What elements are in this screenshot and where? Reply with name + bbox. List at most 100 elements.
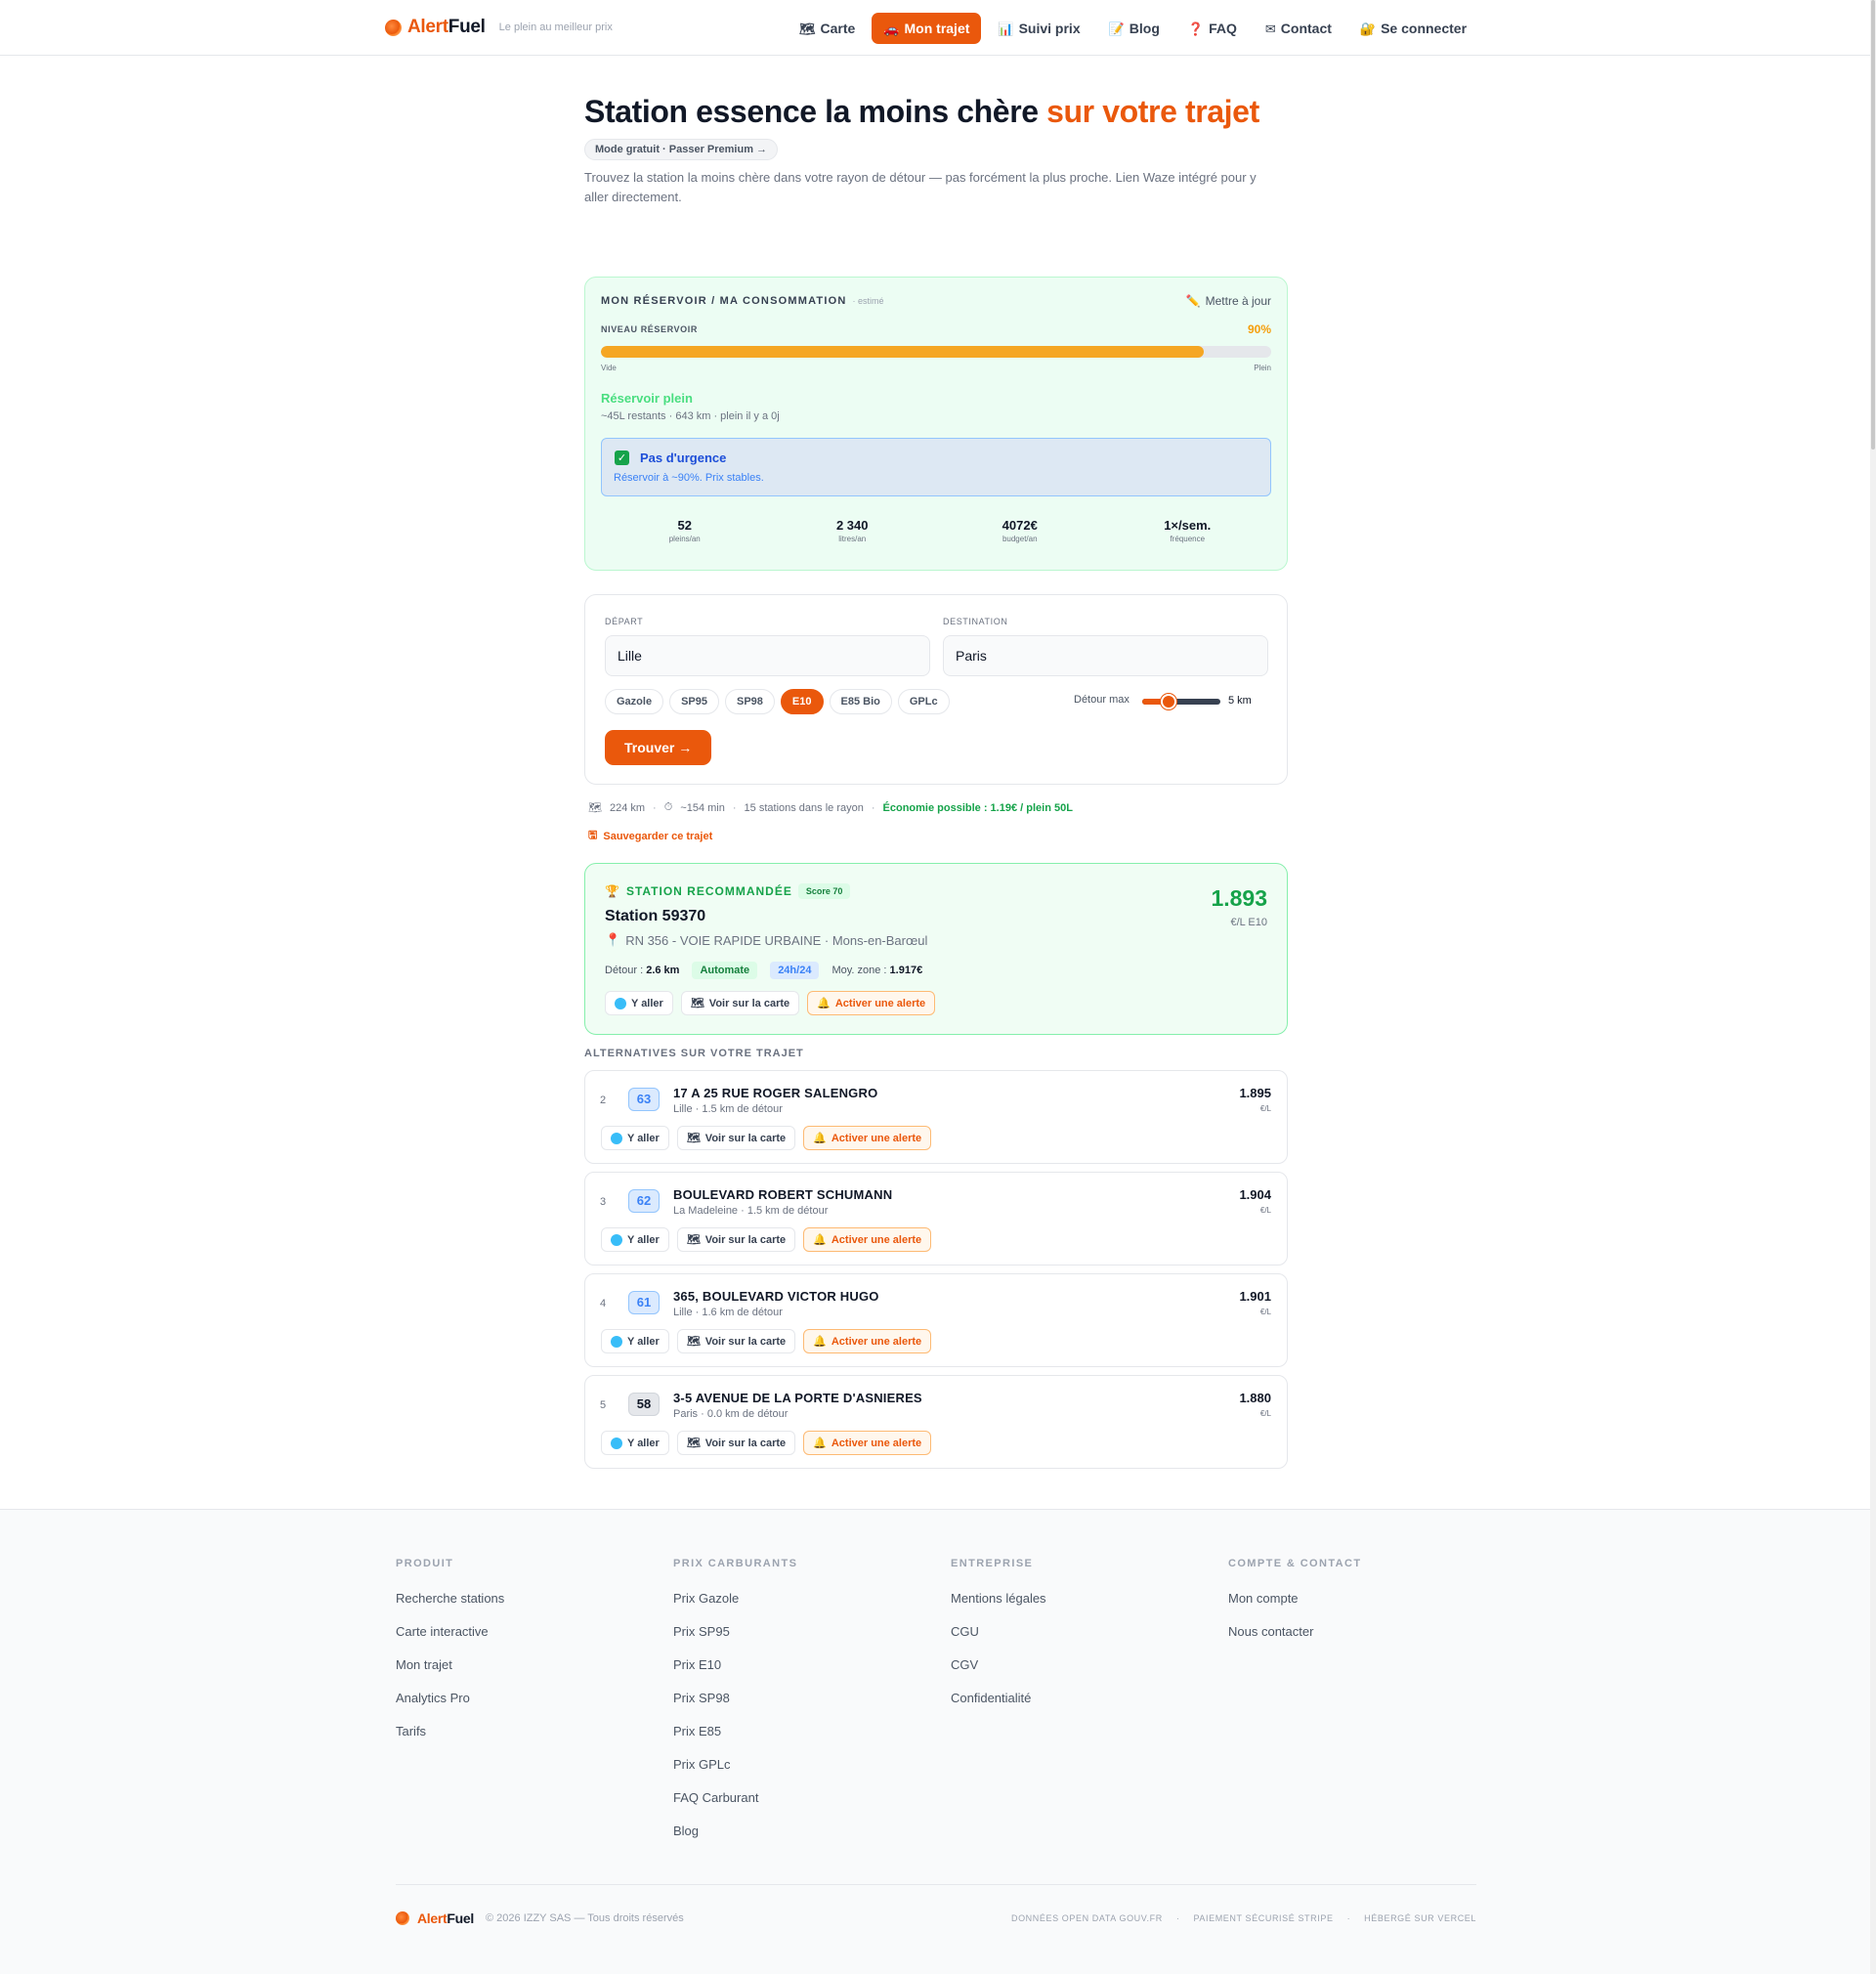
departure-label: DÉPART <box>605 617 644 626</box>
detour-label: Détour max <box>1074 694 1130 706</box>
footer-link[interactable]: FAQ Carburant <box>673 1790 797 1824</box>
footer-col-compte: COMPTE & CONTACT Mon compte Nous contact… <box>1228 1558 1361 1657</box>
save-route-button[interactable]: 🖫 Sauvegarder ce trajet <box>588 827 712 845</box>
footer-col-entreprise: ENTREPRISE Mentions légales CGU CGV Conf… <box>951 1558 1046 1724</box>
footer-link[interactable]: Mon trajet <box>396 1657 504 1691</box>
footer-link[interactable]: CGU <box>951 1624 1046 1657</box>
alt-name: 17 A 25 RUE ROGER SALENGRO <box>673 1086 878 1100</box>
footer-link[interactable]: Carte interactive <box>396 1624 504 1657</box>
nav-login[interactable]: 🔐 Se connecter <box>1348 13 1478 44</box>
footer-link[interactable]: Confidentialité <box>951 1691 1046 1724</box>
fuel-e10[interactable]: E10 <box>780 689 824 714</box>
route-economy: Économie possible : 1.19€ / plein 50L <box>882 801 1073 814</box>
route-duration: ~154 min <box>680 801 725 814</box>
reservoir-title: MON RÉSERVOIR / MA CONSOMMATION · estimé <box>601 295 884 307</box>
footer-link[interactable]: Mon compte <box>1228 1591 1361 1624</box>
alt-price: 1.904 <box>1239 1187 1271 1202</box>
urgency-box: ✓ Pas d'urgence Réservoir à ~90%. Prix s… <box>601 438 1271 496</box>
go-button[interactable]: Y aller <box>601 1126 669 1150</box>
go-button[interactable]: Y aller <box>605 991 673 1015</box>
alt-unit: €/L <box>1259 1409 1271 1418</box>
main-nav: 🗺 Carte 🚗 Mon trajet 📊 Suivi prix 📝 Blog ❓ FA… <box>788 13 1483 44</box>
footer-link[interactable]: Prix SP95 <box>673 1624 797 1657</box>
footer-link[interactable]: CGV <box>951 1657 1046 1691</box>
main-content: Station essence la moins chère sur votre… <box>584 94 1288 1469</box>
brand-logo[interactable]: AlertFuel Le plein au meilleur prix <box>385 17 613 38</box>
map-icon: 🗺 <box>690 998 704 1009</box>
waze-icon <box>611 1335 622 1348</box>
trophy-icon: 🏆 <box>605 884 620 898</box>
nav-contact[interactable]: ✉ Contact <box>1254 13 1343 44</box>
alert-button[interactable]: 🔔 Activer une alerte <box>803 1227 932 1252</box>
reservoir-state-detail: ~45L restants · 643 km · plein il y a 0j <box>601 410 780 422</box>
view-map-button[interactable]: 🗺 Voir sur la carte <box>676 1431 796 1455</box>
bell-icon: 🔔 <box>817 998 831 1009</box>
stat-budget: 4072€ budget/an <box>1002 518 1038 543</box>
alt-rank: 2 <box>600 1094 607 1106</box>
copyright: © 2026 IZZY SAS — Tous droits réservés <box>486 1912 684 1924</box>
fuel-sp95[interactable]: SP95 <box>669 689 719 714</box>
view-map-button[interactable]: 🗺 Voir sur la carte <box>676 1126 796 1150</box>
footer-brand: AlertFuel © 2026 IZZY SAS — Tous droits … <box>396 1910 684 1926</box>
footer-link[interactable]: Tarifs <box>396 1724 504 1757</box>
footer-link[interactable]: Blog <box>673 1824 797 1857</box>
footer-link[interactable]: Prix GPLc <box>673 1757 797 1790</box>
alert-button[interactable]: 🔔 Activer une alerte <box>803 1431 932 1455</box>
alternatives-heading: ALTERNATIVES SUR VOTRE TRAJET <box>584 1048 804 1059</box>
flame-logo-icon <box>396 1911 409 1925</box>
nav-carte[interactable]: 🗺 Carte <box>788 13 867 44</box>
fuel-sp98[interactable]: SP98 <box>725 689 775 714</box>
footer-link[interactable]: Prix SP98 <box>673 1691 797 1724</box>
find-button[interactable]: Trouver → <box>605 730 712 765</box>
recommended-address: 📍 RN 356 - VOIE RAPIDE URBAINE · Mons-en… <box>605 932 928 948</box>
departure-input[interactable] <box>605 635 930 676</box>
scrollbar-thumb[interactable] <box>1871 0 1875 450</box>
map-icon: 🗺 <box>686 1133 701 1144</box>
view-map-button[interactable]: 🗺 Voir sur la carte <box>680 991 800 1015</box>
alt-sub: Paris · 0.0 km de détour <box>673 1408 789 1420</box>
destination-label: DESTINATION <box>943 617 1008 626</box>
premium-pill[interactable]: Mode gratuit · Passer Premium → <box>584 139 779 160</box>
nav-faq[interactable]: ❓ FAQ <box>1176 13 1249 44</box>
nav-suivi-prix[interactable]: 📊 Suivi prix <box>986 13 1091 44</box>
footer-link[interactable]: Nous contacter <box>1228 1624 1361 1657</box>
go-button[interactable]: Y aller <box>601 1431 669 1455</box>
alt-unit: €/L <box>1259 1206 1271 1215</box>
footer-link[interactable]: Mentions légales <box>951 1591 1046 1624</box>
go-button[interactable]: Y aller <box>601 1227 669 1252</box>
footer-link[interactable]: Prix E10 <box>673 1657 797 1691</box>
footer-link[interactable]: Prix Gazole <box>673 1591 797 1624</box>
alt-actions: Y aller 🗺 Voir sur la carte 🔔 Activer une … <box>601 1126 932 1150</box>
waze-icon <box>611 1132 622 1144</box>
fuel-gplc[interactable]: GPLc <box>897 689 950 714</box>
alert-button[interactable]: 🔔 Activer une alerte <box>807 991 936 1015</box>
view-map-button[interactable]: 🗺 Voir sur la carte <box>676 1329 796 1353</box>
footer-link[interactable]: Recherche stations <box>396 1591 504 1624</box>
view-map-button[interactable]: 🗺 Voir sur la carte <box>676 1227 796 1252</box>
alt-price: 1.880 <box>1239 1391 1271 1405</box>
footer-link[interactable]: Analytics Pro <box>396 1691 504 1724</box>
nav-mon-trajet[interactable]: 🚗 Mon trajet <box>872 13 982 44</box>
top-header: AlertFuel Le plein au meilleur prix 🗺 Car… <box>0 0 1870 56</box>
alt-price: 1.895 <box>1239 1086 1271 1100</box>
alt-rank: 3 <box>600 1196 607 1208</box>
fuel-e85[interactable]: E85 Bio <box>829 689 892 714</box>
stat-frequence: 1×/sem. fréquence <box>1164 518 1212 543</box>
alt-sub: Lille · 1.6 km de détour <box>673 1307 783 1318</box>
alternative-station: 2 63 17 A 25 RUE ROGER SALENGRO Lille · … <box>584 1070 1288 1164</box>
alert-button[interactable]: 🔔 Activer une alerte <box>803 1329 932 1353</box>
bell-icon: 🔔 <box>813 1234 827 1246</box>
alert-button[interactable]: 🔔 Activer une alerte <box>803 1126 932 1150</box>
fuel-gazole[interactable]: Gazole <box>605 689 664 714</box>
detour-slider[interactable] <box>1142 694 1220 709</box>
urgency-title: Pas d'urgence <box>640 451 727 465</box>
update-reservoir-button[interactable]: ✏️ Mettre à jour <box>1186 294 1271 308</box>
nav-blog[interactable]: 📝 Blog <box>1097 13 1172 44</box>
page-title: Station essence la moins chère sur votre… <box>584 94 1259 129</box>
footer-link[interactable]: Prix E85 <box>673 1724 797 1757</box>
reservoir-card: MON RÉSERVOIR / MA CONSOMMATION · estimé … <box>584 277 1288 571</box>
recommended-price: 1.893 <box>1211 885 1267 911</box>
destination-input[interactable] <box>943 635 1268 676</box>
detour-slider-handle[interactable] <box>1161 694 1176 709</box>
go-button[interactable]: Y aller <box>601 1329 669 1353</box>
